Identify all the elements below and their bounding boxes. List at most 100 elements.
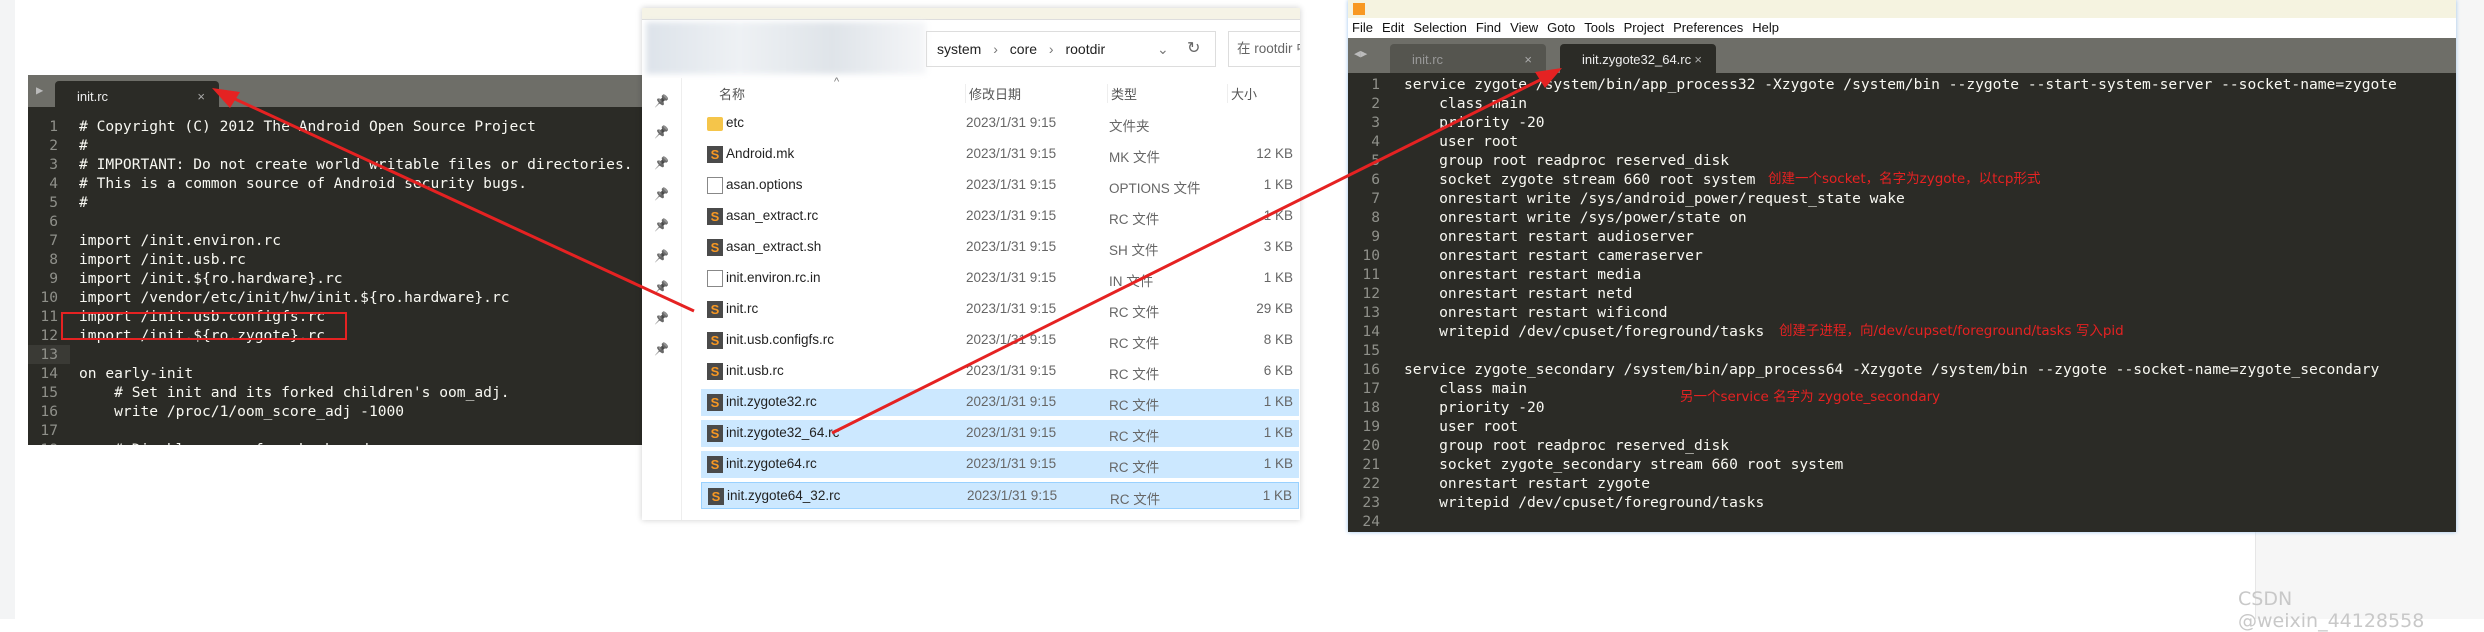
pin-icon[interactable]: 📌 <box>654 249 669 263</box>
menu-item-file[interactable]: File <box>1352 20 1373 35</box>
file-name: Android.mk <box>726 146 795 161</box>
close-icon[interactable]: × <box>1694 52 1702 67</box>
line-number: 12 <box>40 327 58 344</box>
file-size: 3 KB <box>1263 239 1293 254</box>
tab-init-zygote32-64-rc[interactable]: init.zygote32_64.rc × <box>1560 44 1716 73</box>
chevron-down-icon[interactable]: ⌄ <box>1157 32 1169 66</box>
file-row[interactable]: Sinit.zygote32_64.rc 2023/1/31 9:15 RC 文件 1… <box>701 420 1299 447</box>
menu-item-find[interactable]: Find <box>1476 20 1501 35</box>
file-row[interactable]: S Android.mk 2023/1/31 9:15 MK 文件 12 KB <box>701 141 1299 168</box>
breadcrumb-rootdir[interactable]: rootdir <box>1065 41 1105 57</box>
sort-ascending-icon[interactable]: ^ <box>834 76 839 88</box>
sublime-file-icon: S <box>707 394 723 411</box>
file-name: asan_extract.rc <box>726 208 819 223</box>
close-icon[interactable]: × <box>1524 52 1532 67</box>
file-type: OPTIONS 文件 <box>1109 181 1201 196</box>
line-number: 12 <box>1362 285 1380 302</box>
pin-icon[interactable]: 📌 <box>654 280 669 294</box>
file-explorer: system › core › rootdir ⌄ ↻ 在 rootdir 中搜… <box>642 8 1300 520</box>
code-area[interactable]: 1 service zygote /system/bin/app_process3… <box>1348 73 2456 532</box>
file-row[interactable]: Sasan_extract.sh 2023/1/31 9:15 SH 文件 3 KB <box>701 234 1299 261</box>
breadcrumb-core[interactable]: core <box>1010 41 1037 57</box>
line-number: 15 <box>40 384 58 401</box>
sublime-file-icon: S <box>707 146 723 163</box>
menu-item-selection[interactable]: Selection <box>1413 20 1466 35</box>
tab-scroll-arrows-icon[interactable]: ◀▶ <box>1354 47 1367 60</box>
code-line: # IMPORTANT: Do not create world writabl… <box>79 156 633 173</box>
file-row[interactable]: Sasan_extract.rc 2023/1/31 9:15 RC 文件 1 KB <box>701 203 1299 230</box>
menu-item-edit[interactable]: Edit <box>1382 20 1404 35</box>
file-row[interactable]: Sinit.usb.rc 2023/1/31 9:15 RC 文件 6 KB <box>701 358 1299 385</box>
file-name: init.usb.configfs.rc <box>726 332 835 347</box>
column-header-name[interactable]: 名称 <box>719 84 745 103</box>
breadcrumb-system[interactable]: system <box>937 41 981 57</box>
menu-item-preferences[interactable]: Preferences <box>1673 20 1743 35</box>
file-size: 1 KB <box>1263 394 1293 409</box>
file-row[interactable]: init.environ.rc.in 2023/1/31 9:15 IN 文件 1 K… <box>701 265 1299 292</box>
file-row[interactable]: Sinit.zygote64.rc 2023/1/31 9:15 RC 文件 1 KB <box>701 451 1299 478</box>
file-name: init.zygote32.rc <box>726 394 817 409</box>
play-icon[interactable]: ▶ <box>36 83 43 97</box>
line-number: 8 <box>1371 209 1380 226</box>
pin-icon[interactable]: 📌 <box>654 311 669 325</box>
code-line: group root readproc reserved_disk <box>1404 437 1730 454</box>
pin-icon[interactable]: 📌 <box>654 218 669 232</box>
file-row[interactable]: etc 2023/1/31 9:15 文件夹 <box>701 110 1299 137</box>
line-number: 11 <box>40 308 58 325</box>
menu-item-help[interactable]: Help <box>1752 20 1779 35</box>
file-date: 2023/1/31 9:15 <box>966 146 1057 161</box>
file-row[interactable]: asan.options 2023/1/31 9:15 OPTIONS 文件 1 KB <box>701 172 1299 199</box>
sublime-file-icon: S <box>707 425 723 442</box>
file-name: init.usb.rc <box>726 363 784 378</box>
menu-item-goto[interactable]: Goto <box>1547 20 1575 35</box>
tab-label: init.rc <box>77 89 109 104</box>
pin-icon[interactable]: 📌 <box>654 125 669 139</box>
line-number: 1 <box>1371 76 1380 93</box>
left-editor-init-rc: ▶ init.rc × 1 # Copyright (C) 2012 The An… <box>28 75 643 445</box>
menu-item-project[interactable]: Project <box>1624 20 1664 35</box>
menu-item-tools[interactable]: Tools <box>1584 20 1614 35</box>
tab-init-rc[interactable]: init.rc × <box>55 81 219 107</box>
code-line: writepid /dev/cpuset/foreground/tasks <box>1404 323 1765 340</box>
column-header-type[interactable]: 类型 <box>1107 84 1137 103</box>
file-size: 8 KB <box>1263 332 1293 347</box>
line-number: 9 <box>1371 228 1380 245</box>
code-line: onrestart write /sys/power/state on <box>1404 209 1747 226</box>
sublime-file-icon: S <box>707 332 723 349</box>
line-number: 3 <box>49 156 58 173</box>
file-date: 2023/1/31 9:15 <box>966 270 1057 285</box>
column-header-date[interactable]: 修改日期 <box>965 84 1021 103</box>
sublime-logo-icon <box>1353 3 1365 15</box>
code-line: import /init.${ro.zygote}.rc <box>79 327 326 344</box>
code-line: import /init.${ro.hardware}.rc <box>79 270 343 287</box>
tab-init-rc[interactable]: init.rc × <box>1390 44 1546 73</box>
file-type: RC 文件 <box>1109 336 1160 351</box>
file-row[interactable]: Sinit.zygote64_32.rc 2023/1/31 9:15 RC 文件 1… <box>701 482 1299 509</box>
address-bar[interactable]: system › core › rootdir ⌄ ↻ <box>926 31 1216 67</box>
pin-icon[interactable]: 📌 <box>654 156 669 170</box>
file-row[interactable]: Sinit.usb.configfs.rc 2023/1/31 9:15 RC 文件… <box>701 327 1299 354</box>
code-area[interactable]: 1 # Copyright (C) 2012 The Android Open S… <box>28 107 643 445</box>
pin-icon[interactable]: 📌 <box>654 94 669 108</box>
line-number: 11 <box>1362 266 1380 283</box>
pin-icon[interactable]: 📌 <box>654 342 669 356</box>
file-row[interactable]: Sinit.zygote32.rc 2023/1/31 9:15 RC 文件 1 KB <box>701 389 1299 416</box>
line-number: 24 <box>1362 513 1380 530</box>
code-line: writepid /dev/cpuset/foreground/tasks <box>1404 494 1765 511</box>
code-line: user root <box>1404 133 1519 150</box>
search-input[interactable]: 在 rootdir 中搜索 <box>1228 31 1300 67</box>
sublime-file-icon: S <box>707 239 723 256</box>
file-date: 2023/1/31 9:15 <box>966 456 1057 471</box>
sublime-file-icon: S <box>708 488 724 505</box>
blurred-toolbar <box>646 22 926 74</box>
code-line: onrestart restart wificond <box>1404 304 1668 321</box>
file-row[interactable]: Sinit.rc 2023/1/31 9:15 RC 文件 29 KB <box>701 296 1299 323</box>
pin-icon[interactable]: 📌 <box>654 187 669 201</box>
refresh-icon[interactable]: ↻ <box>1187 32 1200 66</box>
annotation-secondary: 另一个service 名字为 zygote_secondary <box>1680 389 1941 405</box>
close-icon[interactable]: × <box>197 89 205 104</box>
line-number: 7 <box>49 232 58 249</box>
column-header-size[interactable]: 大小 <box>1227 84 1257 103</box>
menu-item-view[interactable]: View <box>1510 20 1538 35</box>
file-date: 2023/1/31 9:15 <box>966 394 1057 409</box>
